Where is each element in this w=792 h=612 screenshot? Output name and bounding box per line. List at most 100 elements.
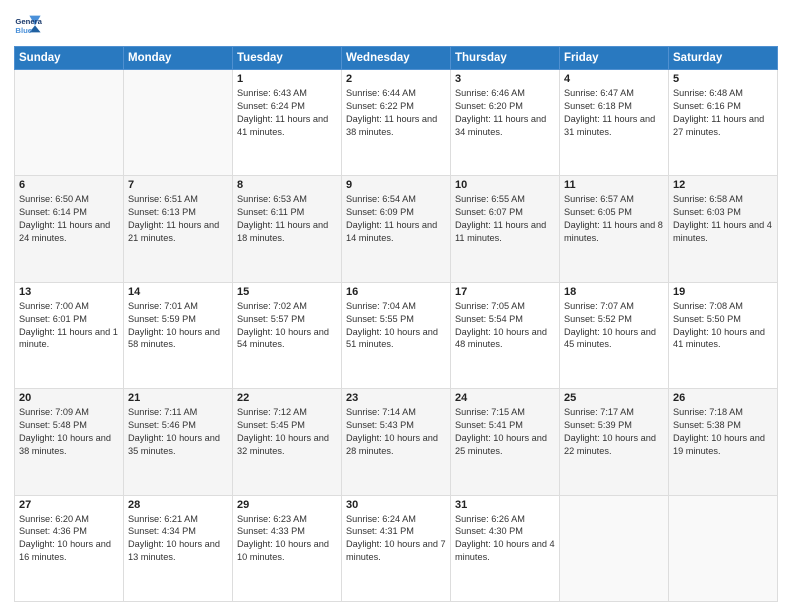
page: General Blue SundayMondayTuesdayWednesda… bbox=[0, 0, 792, 612]
day-info: Sunrise: 7:08 AMSunset: 5:50 PMDaylight:… bbox=[673, 300, 773, 352]
day-info: Sunrise: 7:07 AMSunset: 5:52 PMDaylight:… bbox=[564, 300, 664, 352]
day-number: 20 bbox=[19, 392, 119, 404]
calendar-cell: 12 Sunrise: 6:58 AMSunset: 6:03 PMDayligh… bbox=[669, 176, 778, 282]
header: General Blue bbox=[14, 10, 778, 38]
calendar-cell: 25 Sunrise: 7:17 AMSunset: 5:39 PMDayligh… bbox=[560, 389, 669, 495]
calendar-week-row: 13Sunrise: 7:00 AMSunset: 6:01 PMDayligh… bbox=[15, 282, 778, 388]
calendar-cell: 10 Sunrise: 6:55 AMSunset: 6:07 PMDayligh… bbox=[451, 176, 560, 282]
day-info: Sunrise: 6:57 AMSunset: 6:05 PMDaylight:… bbox=[564, 193, 664, 245]
calendar-cell bbox=[124, 70, 233, 176]
day-number: 29 bbox=[237, 499, 337, 511]
calendar-cell: 3 Sunrise: 6:46 AMSunset: 6:20 PMDaylight… bbox=[451, 70, 560, 176]
day-info: Sunrise: 6:48 AMSunset: 6:16 PMDaylight:… bbox=[673, 87, 773, 139]
day-info: Sunrise: 7:14 AMSunset: 5:43 PMDaylight:… bbox=[346, 406, 446, 458]
day-number: 8 bbox=[237, 179, 337, 191]
day-number: 28 bbox=[128, 499, 228, 511]
day-info: Sunrise: 6:46 AMSunset: 6:20 PMDaylight:… bbox=[455, 87, 555, 139]
day-number: 21 bbox=[128, 392, 228, 404]
day-number: 15 bbox=[237, 286, 337, 298]
day-info: Sunrise: 6:50 AMSunset: 6:14 PMDaylight:… bbox=[19, 193, 119, 245]
calendar-cell: 30 Sunrise: 6:24 AMSunset: 4:31 PMDayligh… bbox=[342, 495, 451, 601]
weekday-header-row: SundayMondayTuesdayWednesdayThursdayFrid… bbox=[15, 47, 778, 70]
day-info: Sunrise: 7:17 AMSunset: 5:39 PMDaylight:… bbox=[564, 406, 664, 458]
calendar-cell bbox=[15, 70, 124, 176]
weekday-header-tuesday: Tuesday bbox=[233, 47, 342, 70]
calendar-cell: 15 Sunrise: 7:02 AMSunset: 5:57 PMDayligh… bbox=[233, 282, 342, 388]
calendar-week-row: 20 Sunrise: 7:09 AMSunset: 5:48 PMDayligh… bbox=[15, 389, 778, 495]
day-number: 1 bbox=[237, 73, 337, 85]
day-number: 23 bbox=[346, 392, 446, 404]
day-info: Sunrise: 7:09 AMSunset: 5:48 PMDaylight:… bbox=[19, 406, 119, 458]
calendar-week-row: 6Sunrise: 6:50 AMSunset: 6:14 PMDaylight… bbox=[15, 176, 778, 282]
calendar-cell: 8 Sunrise: 6:53 AMSunset: 6:11 PMDaylight… bbox=[233, 176, 342, 282]
calendar-cell: 19 Sunrise: 7:08 AMSunset: 5:50 PMDayligh… bbox=[669, 282, 778, 388]
weekday-header-monday: Monday bbox=[124, 47, 233, 70]
day-number: 17 bbox=[455, 286, 555, 298]
day-info: Sunrise: 6:55 AMSunset: 6:07 PMDaylight:… bbox=[455, 193, 555, 245]
calendar-cell: 21Sunrise: 7:11 AMSunset: 5:46 PMDayligh… bbox=[124, 389, 233, 495]
weekday-header-wednesday: Wednesday bbox=[342, 47, 451, 70]
day-number: 22 bbox=[237, 392, 337, 404]
weekday-header-saturday: Saturday bbox=[669, 47, 778, 70]
day-number: 26 bbox=[673, 392, 773, 404]
day-number: 16 bbox=[346, 286, 446, 298]
calendar-table: SundayMondayTuesdayWednesdayThursdayFrid… bbox=[14, 46, 778, 602]
day-info: Sunrise: 7:15 AMSunset: 5:41 PMDaylight:… bbox=[455, 406, 555, 458]
day-info: Sunrise: 7:04 AMSunset: 5:55 PMDaylight:… bbox=[346, 300, 446, 352]
calendar-cell: 6Sunrise: 6:50 AMSunset: 6:14 PMDaylight… bbox=[15, 176, 124, 282]
calendar-cell bbox=[669, 495, 778, 601]
day-number: 12 bbox=[673, 179, 773, 191]
calendar-week-row: 27 Sunrise: 6:20 AMSunset: 4:36 PMDayligh… bbox=[15, 495, 778, 601]
day-info: Sunrise: 6:21 AMSunset: 4:34 PMDaylight:… bbox=[128, 513, 228, 565]
calendar-cell bbox=[560, 495, 669, 601]
calendar-cell: 4Sunrise: 6:47 AMSunset: 6:18 PMDaylight… bbox=[560, 70, 669, 176]
calendar-cell: 17 Sunrise: 7:05 AMSunset: 5:54 PMDayligh… bbox=[451, 282, 560, 388]
calendar-cell: 28 Sunrise: 6:21 AMSunset: 4:34 PMDayligh… bbox=[124, 495, 233, 601]
day-info: Sunrise: 6:58 AMSunset: 6:03 PMDaylight:… bbox=[673, 193, 773, 245]
day-number: 30 bbox=[346, 499, 446, 511]
day-info: Sunrise: 7:18 AMSunset: 5:38 PMDaylight:… bbox=[673, 406, 773, 458]
day-number: 2 bbox=[346, 73, 446, 85]
calendar-cell: 18Sunrise: 7:07 AMSunset: 5:52 PMDayligh… bbox=[560, 282, 669, 388]
svg-text:General: General bbox=[15, 17, 42, 26]
day-number: 25 bbox=[564, 392, 664, 404]
day-number: 3 bbox=[455, 73, 555, 85]
calendar-cell: 24Sunrise: 7:15 AMSunset: 5:41 PMDayligh… bbox=[451, 389, 560, 495]
day-info: Sunrise: 6:26 AMSunset: 4:30 PMDaylight:… bbox=[455, 513, 555, 565]
day-number: 27 bbox=[19, 499, 119, 511]
day-number: 7 bbox=[128, 179, 228, 191]
calendar-week-row: 1 Sunrise: 6:43 AMSunset: 6:24 PMDaylight… bbox=[15, 70, 778, 176]
weekday-header-friday: Friday bbox=[560, 47, 669, 70]
day-number: 9 bbox=[346, 179, 446, 191]
day-info: Sunrise: 7:05 AMSunset: 5:54 PMDaylight:… bbox=[455, 300, 555, 352]
day-number: 14 bbox=[128, 286, 228, 298]
calendar-cell: 14Sunrise: 7:01 AMSunset: 5:59 PMDayligh… bbox=[124, 282, 233, 388]
calendar-cell: 5 Sunrise: 6:48 AMSunset: 6:16 PMDaylight… bbox=[669, 70, 778, 176]
calendar-cell: 16 Sunrise: 7:04 AMSunset: 5:55 PMDayligh… bbox=[342, 282, 451, 388]
calendar-cell: 1 Sunrise: 6:43 AMSunset: 6:24 PMDaylight… bbox=[233, 70, 342, 176]
weekday-header-thursday: Thursday bbox=[451, 47, 560, 70]
day-info: Sunrise: 7:12 AMSunset: 5:45 PMDaylight:… bbox=[237, 406, 337, 458]
calendar-cell: 22 Sunrise: 7:12 AMSunset: 5:45 PMDayligh… bbox=[233, 389, 342, 495]
calendar-cell: 27 Sunrise: 6:20 AMSunset: 4:36 PMDayligh… bbox=[15, 495, 124, 601]
calendar-cell: 11Sunrise: 6:57 AMSunset: 6:05 PMDayligh… bbox=[560, 176, 669, 282]
logo-icon: General Blue bbox=[14, 10, 42, 38]
day-number: 19 bbox=[673, 286, 773, 298]
day-info: Sunrise: 6:51 AMSunset: 6:13 PMDaylight:… bbox=[128, 193, 228, 245]
calendar-cell: 26 Sunrise: 7:18 AMSunset: 5:38 PMDayligh… bbox=[669, 389, 778, 495]
day-info: Sunrise: 6:54 AMSunset: 6:09 PMDaylight:… bbox=[346, 193, 446, 245]
day-number: 10 bbox=[455, 179, 555, 191]
logo: General Blue bbox=[14, 10, 42, 38]
day-info: Sunrise: 6:43 AMSunset: 6:24 PMDaylight:… bbox=[237, 87, 337, 139]
day-info: Sunrise: 7:02 AMSunset: 5:57 PMDaylight:… bbox=[237, 300, 337, 352]
calendar-cell: 29Sunrise: 6:23 AMSunset: 4:33 PMDayligh… bbox=[233, 495, 342, 601]
day-number: 5 bbox=[673, 73, 773, 85]
day-info: Sunrise: 6:53 AMSunset: 6:11 PMDaylight:… bbox=[237, 193, 337, 245]
day-info: Sunrise: 6:47 AMSunset: 6:18 PMDaylight:… bbox=[564, 87, 664, 139]
day-info: Sunrise: 6:20 AMSunset: 4:36 PMDaylight:… bbox=[19, 513, 119, 565]
day-info: Sunrise: 6:44 AMSunset: 6:22 PMDaylight:… bbox=[346, 87, 446, 139]
calendar-cell: 2 Sunrise: 6:44 AMSunset: 6:22 PMDaylight… bbox=[342, 70, 451, 176]
calendar-cell: 31Sunrise: 6:26 AMSunset: 4:30 PMDayligh… bbox=[451, 495, 560, 601]
day-number: 13 bbox=[19, 286, 119, 298]
day-info: Sunrise: 6:24 AMSunset: 4:31 PMDaylight:… bbox=[346, 513, 446, 565]
